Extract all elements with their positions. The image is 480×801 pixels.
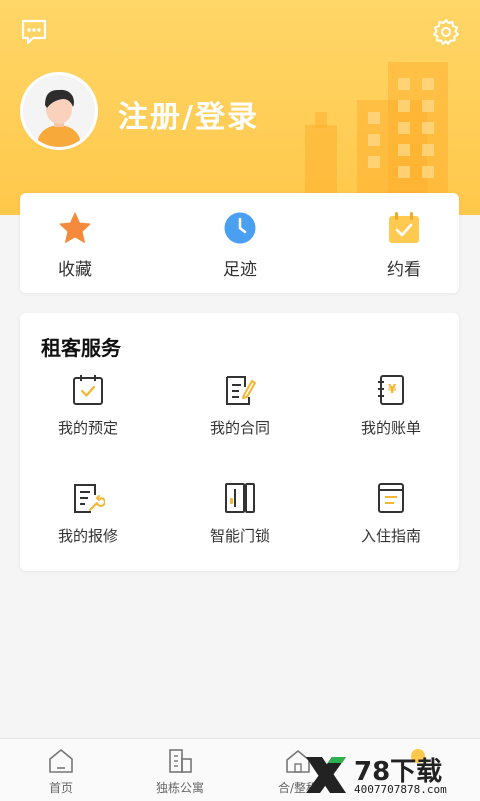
service-my-booking[interactable]: 我的预定 [33,373,143,438]
service-label: 我的预定 [57,419,118,437]
tenant-services-card: 租客服务 我的预定 我的合同 ¥ 我的账单 我的报修 智能门锁 入住指南 [20,313,459,571]
section-title: 租客服务 [41,336,121,360]
building-decoration [315,112,327,128]
quick-footprints[interactable]: 足迹 [195,211,285,280]
profile-header: 注册/登录 [0,0,480,215]
service-my-bill[interactable]: ¥ 我的账单 [336,373,446,438]
service-label: 我的报修 [57,527,118,545]
star-icon [59,212,91,243]
contract-icon [226,376,256,405]
nav-home[interactable]: 首页 [11,747,111,796]
nav-label: 独栋公寓 [155,781,204,795]
svg-text:¥: ¥ [388,382,397,396]
service-checkin-guide[interactable]: 入住指南 [336,481,446,546]
service-smart-lock[interactable]: 智能门锁 [185,481,295,546]
service-my-contract[interactable]: 我的合同 [185,373,295,438]
login-register-link[interactable]: 注册/登录 [118,92,259,136]
quick-label: 约看 [387,260,421,280]
quick-actions-card: 收藏 足迹 约看 [20,193,459,293]
service-label: 智能门锁 [209,527,270,545]
building-icon [169,749,192,773]
quick-favorites[interactable]: 收藏 [30,211,120,280]
door-lock-icon [225,483,255,513]
settings-gear-icon[interactable] [432,18,460,50]
service-label: 我的合同 [209,419,270,437]
service-label: 入住指南 [360,527,421,545]
user-avatar[interactable] [20,72,98,150]
nav-standalone-apartments[interactable]: 独栋公寓 [130,747,230,796]
nav-label: 首页 [48,781,73,795]
calendar-check-icon [389,212,419,243]
guide-book-icon [378,483,404,513]
watermark-logo-icon [306,757,346,793]
quick-label: 收藏 [58,260,92,280]
clock-icon [224,212,256,244]
message-icon[interactable] [20,18,48,50]
site-watermark: 78下载 4007707878.com [302,749,472,799]
watermark-url: 4007707878.com [354,783,447,796]
repair-icon [74,484,105,513]
bill-icon: ¥ [378,375,404,405]
service-my-repair[interactable]: 我的报修 [33,481,143,546]
bottom-navigation: 首页 独栋公寓 合/整租 78下载 4007707878.com [0,738,480,801]
quick-appointments[interactable]: 约看 [359,211,449,280]
service-label: 我的账单 [360,419,421,437]
quick-label: 足迹 [223,260,257,280]
home-icon [49,749,73,773]
calendar-check-icon [73,375,103,405]
